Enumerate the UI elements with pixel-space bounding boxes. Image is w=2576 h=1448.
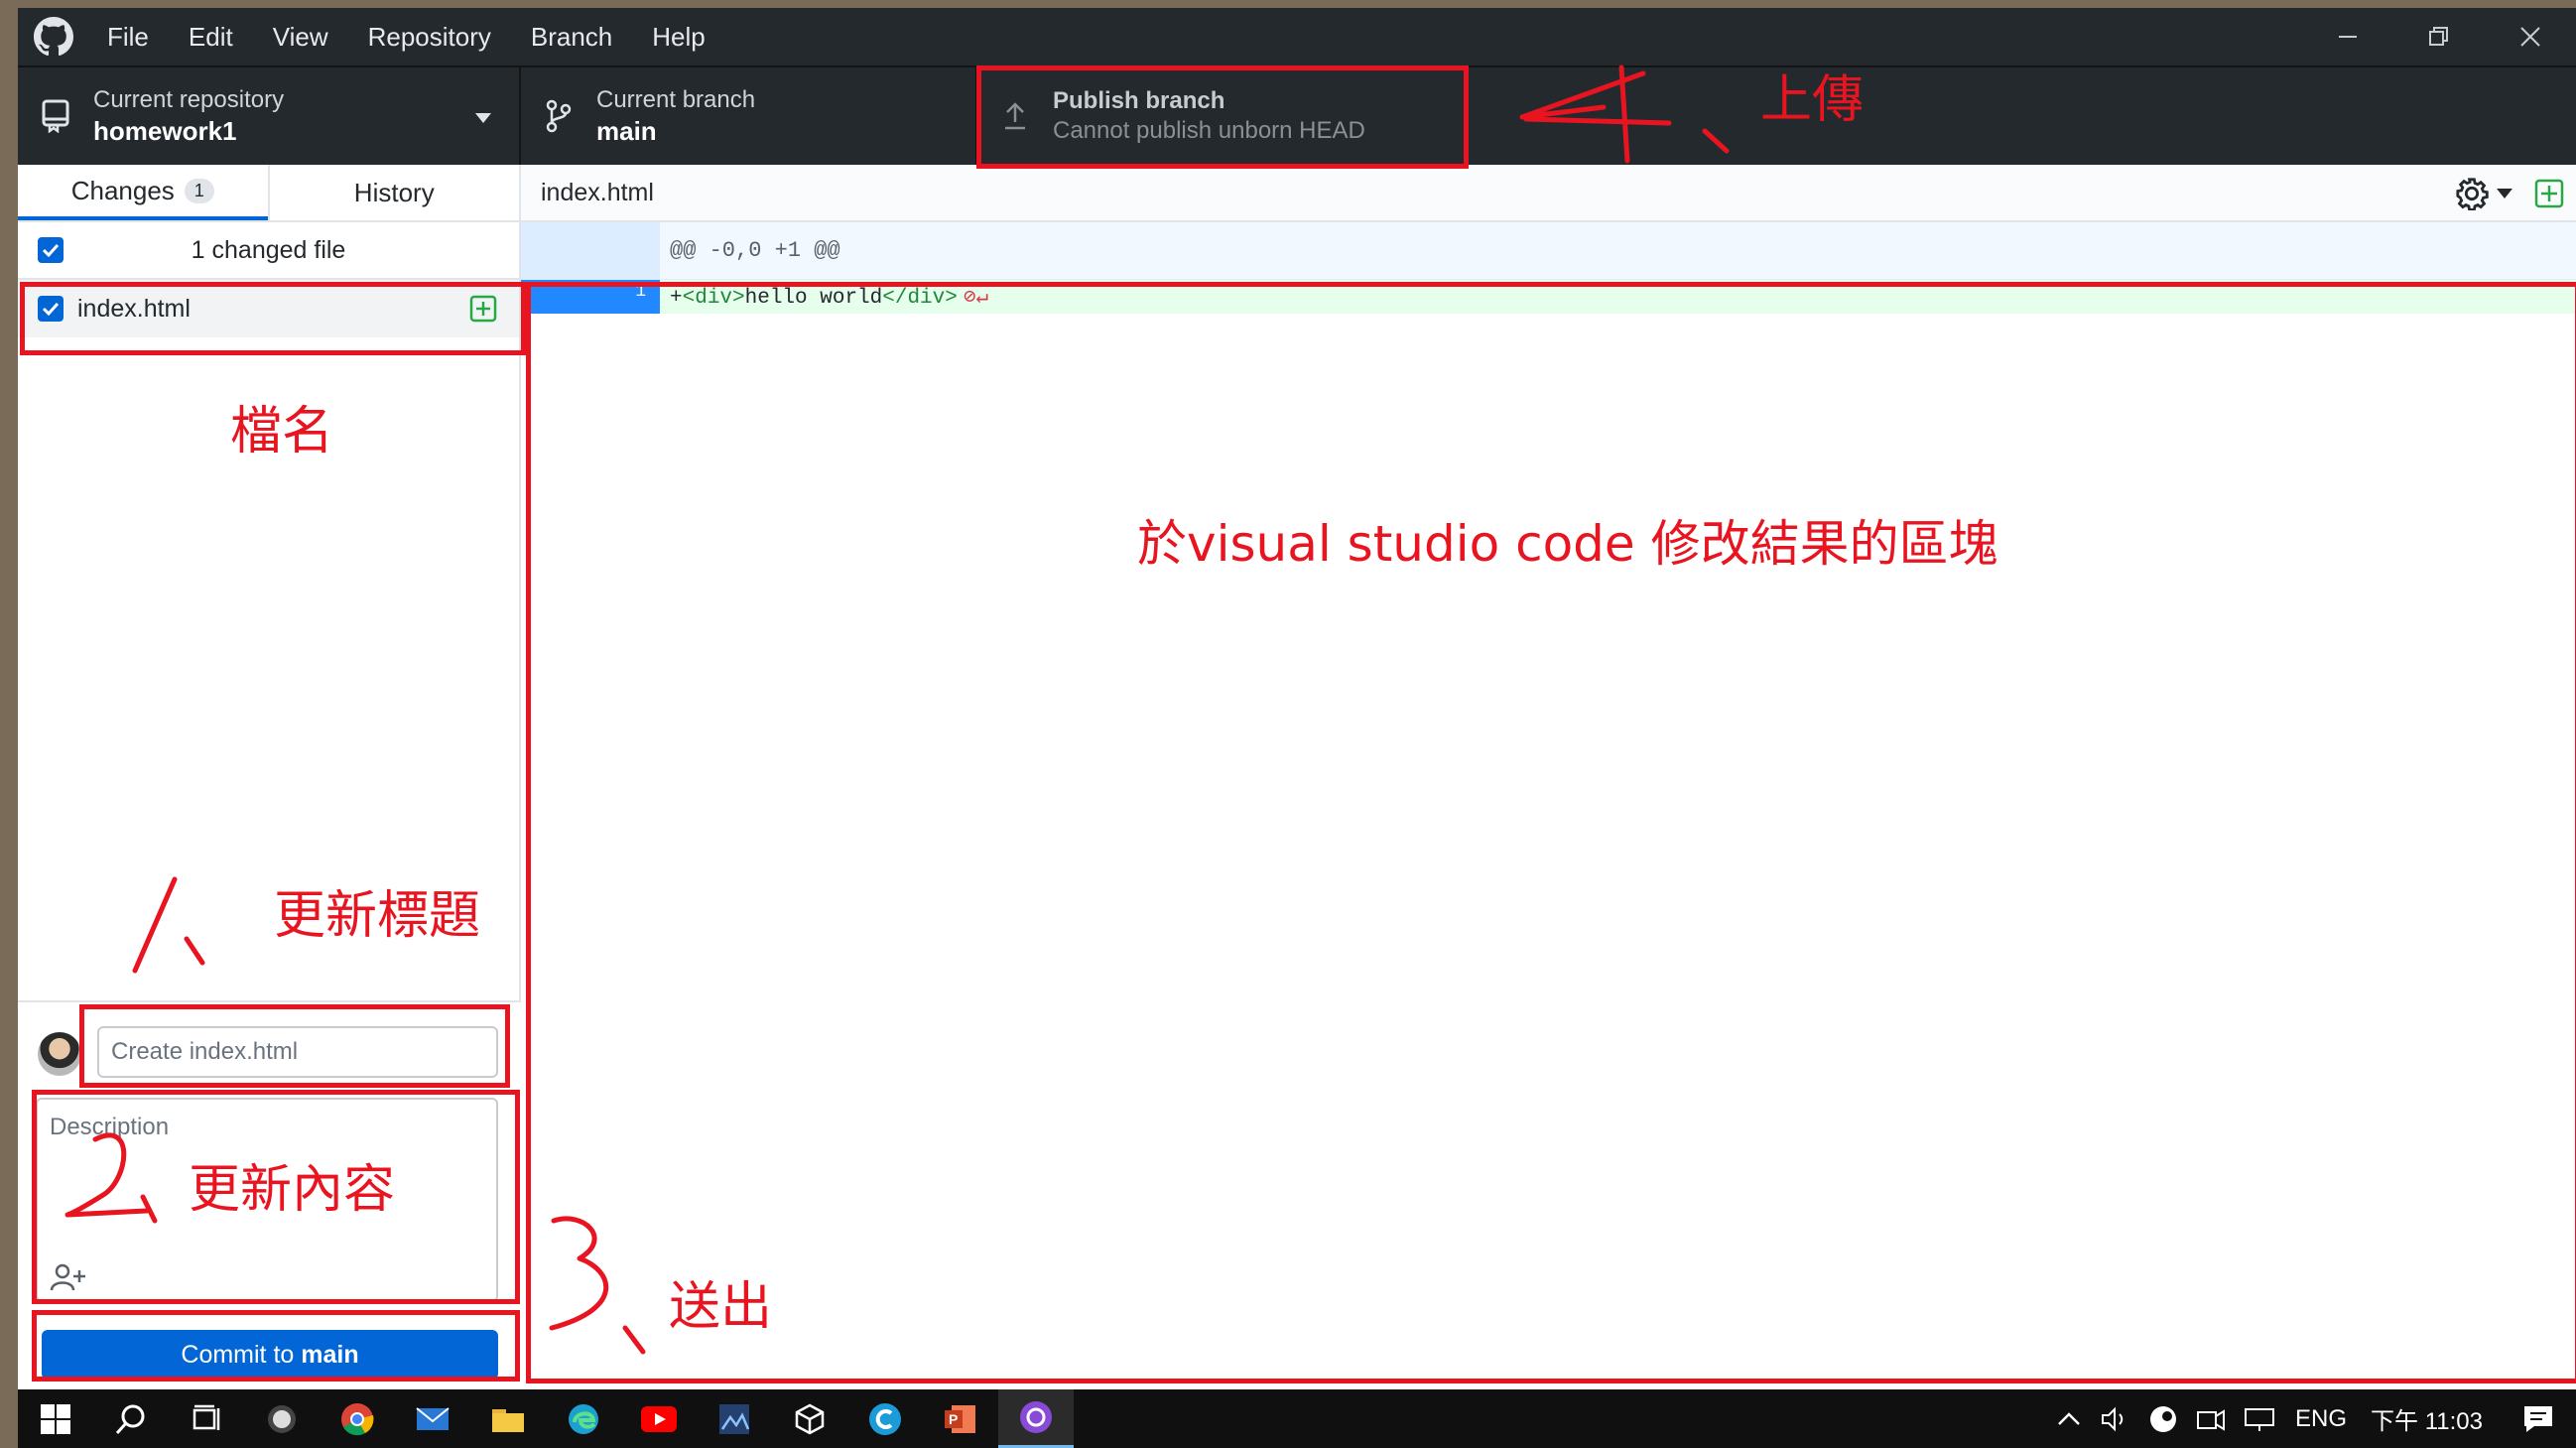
taskbar-search-button[interactable] bbox=[93, 1389, 169, 1448]
taskbar-app-github-desktop[interactable] bbox=[998, 1389, 1074, 1448]
taskbar-app-shield[interactable] bbox=[244, 1389, 320, 1448]
taskbar-app-edge[interactable] bbox=[546, 1389, 621, 1448]
shield-app-icon bbox=[268, 1404, 296, 1433]
taskbar-app-powerpoint[interactable]: P bbox=[923, 1389, 998, 1448]
annotation-ink-strokes bbox=[64, 65, 1730, 1355]
stroke-dash-1 bbox=[184, 936, 205, 966]
stroke-dash-3 bbox=[622, 1325, 646, 1355]
taskbar-app-mail[interactable] bbox=[395, 1389, 470, 1448]
stroke-number-1 bbox=[132, 876, 178, 974]
mail-icon bbox=[416, 1406, 450, 1430]
taskbar-app-explorer[interactable] bbox=[470, 1389, 546, 1448]
network-icon[interactable] bbox=[2244, 1406, 2275, 1432]
github-desktop-window: File Edit View Repository Branch Help Cu… bbox=[18, 8, 2576, 1389]
taskbar-clock[interactable]: 下午 11:03 bbox=[2371, 1401, 2483, 1436]
task-view-icon bbox=[193, 1404, 220, 1430]
steam-icon[interactable] bbox=[2148, 1404, 2178, 1434]
powerpoint-icon: P bbox=[945, 1404, 975, 1433]
chevron-up-icon[interactable] bbox=[2057, 1411, 2081, 1426]
taskbar-app-cortana[interactable] bbox=[847, 1389, 923, 1448]
cube-icon bbox=[795, 1403, 825, 1434]
taskbar-app-youtube[interactable] bbox=[621, 1389, 697, 1448]
windows-logo-icon bbox=[41, 1403, 70, 1434]
language-indicator[interactable]: ENG bbox=[2295, 1405, 2347, 1433]
stroke-number-2 bbox=[64, 1132, 150, 1218]
volume-icon[interactable] bbox=[2101, 1406, 2130, 1432]
stroke-number-4 bbox=[1519, 65, 1672, 164]
stroke-dash-4 bbox=[1702, 128, 1730, 154]
edge-icon bbox=[569, 1403, 598, 1434]
youtube-icon bbox=[641, 1405, 677, 1432]
search-icon bbox=[115, 1404, 145, 1434]
taskbar-app-3d[interactable] bbox=[772, 1389, 847, 1448]
github-desktop-icon bbox=[1020, 1401, 1052, 1433]
start-button[interactable] bbox=[18, 1389, 93, 1448]
photos-icon bbox=[719, 1403, 750, 1434]
svg-text:P: P bbox=[949, 1411, 958, 1427]
chrome-icon bbox=[341, 1402, 374, 1435]
c-app-icon bbox=[869, 1402, 901, 1435]
taskbar-app-photos[interactable] bbox=[697, 1389, 772, 1448]
folder-icon bbox=[492, 1408, 524, 1432]
windows-taskbar: P ENG 下午 11:03 bbox=[18, 1389, 2576, 1448]
meet-now-icon[interactable] bbox=[2196, 1406, 2226, 1432]
task-view-button[interactable] bbox=[169, 1389, 244, 1448]
system-tray: ENG 下午 11:03 bbox=[2057, 1389, 2576, 1448]
notifications-icon[interactable] bbox=[2522, 1404, 2554, 1434]
stroke-number-3 bbox=[549, 1216, 609, 1331]
taskbar-app-chrome[interactable] bbox=[320, 1389, 395, 1448]
